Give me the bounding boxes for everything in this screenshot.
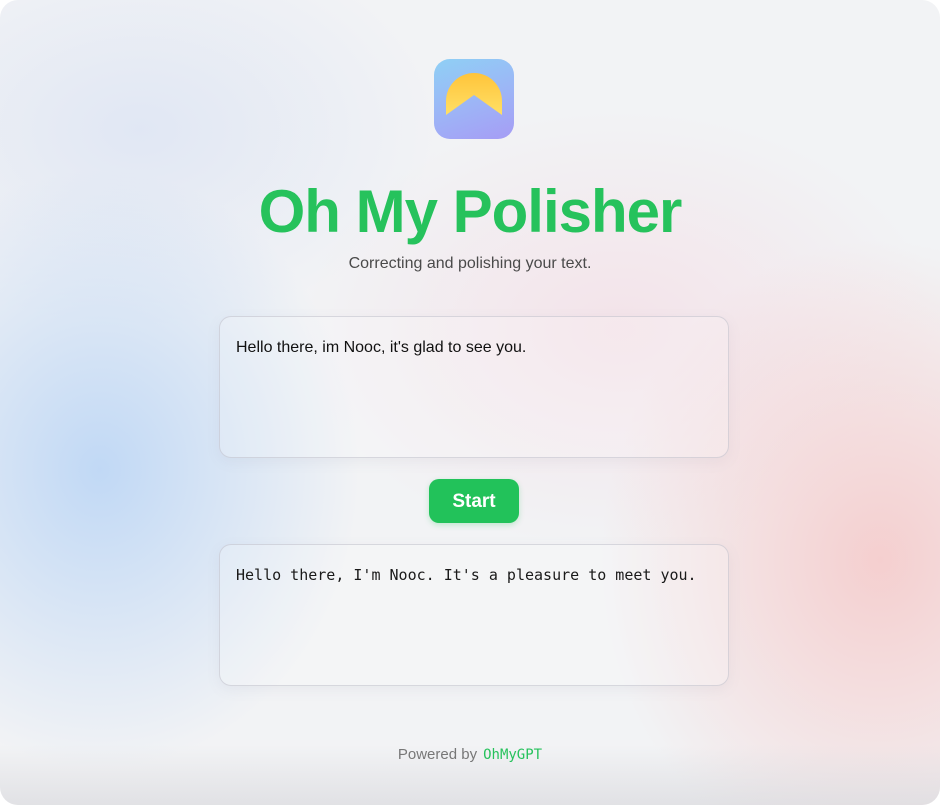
page-subtitle: Correcting and polishing your text. [348, 255, 592, 272]
powered-by-label: Powered by [397, 746, 478, 763]
input-text-value[interactable]: Hello there, im Nooc, it's glad to see y… [236, 337, 712, 359]
output-text-value[interactable]: Hello there, I'm Nooc. It's a pleasure t… [236, 563, 704, 587]
input-text-area[interactable]: Hello there, im Nooc, it's glad to see y… [219, 316, 729, 458]
sun-over-mountain-icon [446, 73, 502, 115]
app-logo-icon [434, 59, 514, 139]
page-title: Oh My Polisher [258, 178, 683, 245]
output-text-area[interactable]: Hello there, I'm Nooc. It's a pleasure t… [219, 544, 729, 686]
start-button[interactable]: Start [429, 479, 519, 523]
app-window: Oh My Polisher Correcting and polishing … [0, 0, 940, 805]
ohmygpt-link[interactable]: OhMyGPT [483, 747, 542, 763]
footer: Powered by OhMyGPT [0, 745, 940, 765]
